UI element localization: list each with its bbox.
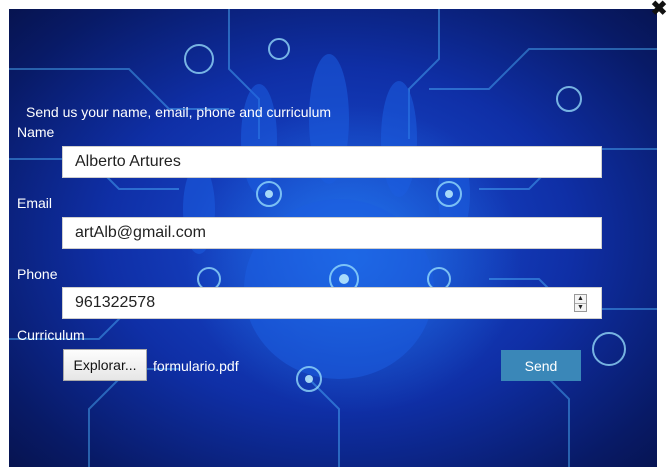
email-input[interactable] [62, 217, 602, 249]
curriculum-label: Curriculum [17, 327, 85, 343]
name-label: Name [17, 124, 55, 140]
name-input[interactable] [62, 146, 602, 178]
phone-label: Phone [17, 266, 58, 282]
spinner-down-icon[interactable]: ▼ [575, 304, 586, 312]
phone-spinner[interactable]: ▲ ▼ [574, 294, 587, 312]
phone-input[interactable] [62, 287, 602, 319]
browse-file-button[interactable]: Explorar... [63, 349, 147, 381]
email-label: Email [17, 195, 53, 211]
intro-text: Send us your name, email, phone and curr… [26, 104, 332, 120]
selected-file-name: formulario.pdf [153, 358, 239, 374]
send-button[interactable]: Send [501, 350, 581, 381]
close-icon[interactable]: ✖ [648, 0, 670, 19]
spinner-up-icon[interactable]: ▲ [575, 295, 586, 304]
